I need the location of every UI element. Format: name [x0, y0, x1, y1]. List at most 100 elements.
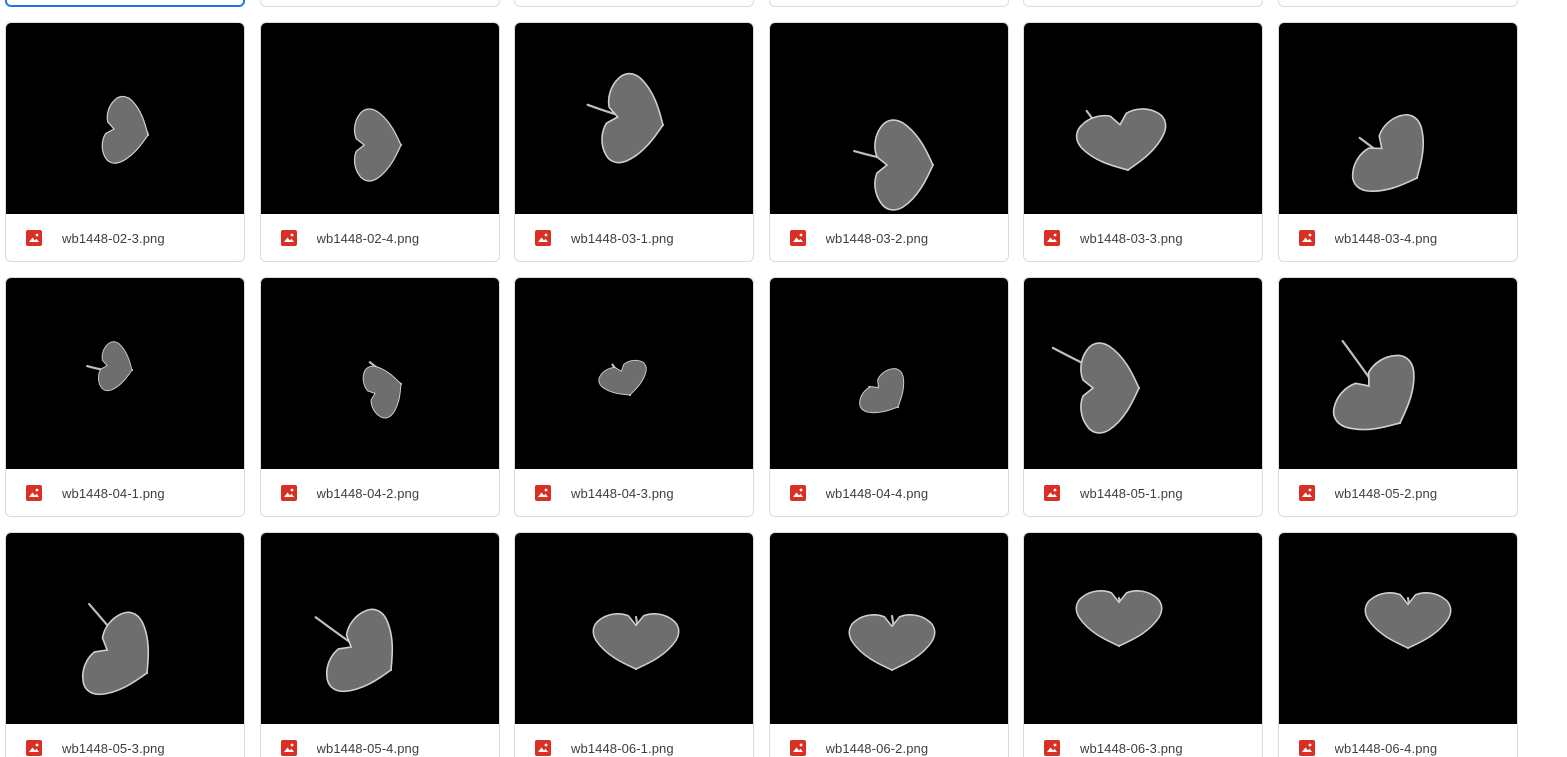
file-thumbnail[interactable]	[515, 533, 753, 724]
file-thumbnail[interactable]	[6, 533, 244, 724]
file-thumbnail[interactable]	[1278, 533, 1517, 724]
file-card[interactable]	[1023, 0, 1263, 7]
file-card[interactable]: wb1448-02-3.png	[5, 22, 245, 262]
leaf-blade	[81, 611, 150, 696]
file-card[interactable]: wb1448-05-2.png	[1277, 277, 1518, 517]
image-file-icon	[535, 485, 551, 501]
file-card[interactable]: wb1448-06-4.png	[1277, 532, 1518, 757]
leaf-blade	[98, 341, 133, 392]
file-thumbnail[interactable]	[1024, 278, 1262, 469]
file-card-footer: wb1448-04-4.png	[770, 469, 1008, 516]
image-file-icon	[1298, 740, 1315, 756]
file-card-footer: wb1448-05-3.png	[6, 724, 244, 757]
file-name: wb1448-05-3.png	[62, 740, 165, 756]
file-card[interactable]: wb1448-03-1.png	[514, 22, 754, 262]
ginkgo-leaf-thumbnail	[598, 359, 647, 397]
file-card[interactable]: wb1448-04-4.png	[768, 277, 1009, 517]
file-name: wb1448-04-1.png	[62, 485, 165, 501]
file-card[interactable]: wb1448-05-1.png	[1023, 277, 1263, 517]
file-browser-grid-view: wb1448-02-3.png wb1448-02-4.png wb1448-03-…	[0, 0, 1567, 757]
file-card[interactable]	[514, 0, 754, 7]
ginkgo-leaf-thumbnail	[86, 341, 134, 392]
file-card-footer: wb1448-06-4.png	[1279, 724, 1517, 757]
file-card-footer: wb1448-05-4.png	[261, 724, 499, 757]
file-card[interactable]: wb1448-06-1.png	[514, 532, 754, 757]
file-card-footer: wb1448-05-1.png	[1024, 469, 1262, 516]
image-file-icon	[280, 230, 297, 246]
leaf-blade	[362, 365, 402, 419]
file-thumbnail[interactable]	[515, 23, 753, 214]
file-card-footer	[261, 0, 499, 6]
file-thumbnail[interactable]	[769, 533, 1008, 724]
leaf-blade	[353, 108, 402, 182]
file-grid: wb1448-02-3.png wb1448-02-4.png wb1448-03-…	[5, 0, 1518, 757]
image-file-icon	[535, 740, 551, 756]
file-thumbnail[interactable]	[769, 23, 1008, 214]
file-card[interactable]: wb1448-03-3.png	[1023, 22, 1263, 262]
image-file-icon	[535, 230, 551, 246]
file-card-footer: wb1448-02-4.png	[261, 214, 499, 261]
file-thumbnail[interactable]	[1024, 533, 1262, 724]
ginkgo-leaf-thumbnail	[1332, 339, 1415, 431]
file-card[interactable]: wb1448-05-4.png	[259, 532, 500, 757]
ginkgo-leaf-thumbnail	[1075, 590, 1163, 648]
file-card-footer	[1279, 0, 1517, 6]
image-file-icon	[1298, 230, 1315, 246]
file-name: wb1448-06-1.png	[571, 740, 674, 756]
file-thumbnail[interactable]	[260, 533, 499, 724]
ginkgo-leaf-thumbnail	[1051, 342, 1141, 434]
file-card[interactable]: wb1448-06-3.png	[1023, 532, 1263, 757]
file-card[interactable]: wb1448-04-1.png	[5, 277, 245, 517]
image-file-icon	[789, 485, 806, 501]
file-card[interactable]	[1277, 0, 1518, 7]
file-card[interactable]	[5, 0, 245, 7]
image-file-icon	[26, 485, 42, 501]
file-name: wb1448-05-4.png	[316, 740, 420, 756]
file-thumbnail[interactable]	[1278, 278, 1517, 469]
image-file-icon	[1044, 230, 1060, 246]
file-thumbnail[interactable]	[1024, 23, 1262, 214]
file-thumbnail[interactable]	[260, 23, 499, 214]
file-card[interactable]: wb1448-03-2.png	[768, 22, 1009, 262]
file-card[interactable]: wb1448-06-2.png	[768, 532, 1009, 757]
leaf-blade	[101, 95, 149, 164]
leaf-blade	[1080, 342, 1140, 434]
file-card-footer	[6, 0, 244, 6]
image-file-icon	[26, 230, 42, 246]
image-file-icon	[1044, 740, 1060, 756]
ginkgo-leaf-thumbnail	[852, 119, 934, 211]
file-name: wb1448-04-3.png	[571, 485, 674, 501]
ginkgo-leaf-thumbnail	[1364, 592, 1451, 650]
file-thumbnail[interactable]	[515, 278, 753, 469]
file-name: wb1448-03-3.png	[1080, 230, 1183, 246]
file-card-footer: wb1448-06-2.png	[770, 724, 1008, 757]
leaf-blade	[1351, 113, 1424, 192]
file-name: wb1448-05-1.png	[1080, 485, 1183, 501]
ginkgo-leaf-thumbnail	[101, 95, 150, 164]
leaf-blade	[858, 368, 904, 414]
file-card[interactable]: wb1448-04-3.png	[514, 277, 754, 517]
leaf-blade	[325, 608, 393, 693]
file-card[interactable]: wb1448-03-4.png	[1277, 22, 1518, 262]
ginkgo-leaf-thumbnail	[1075, 108, 1167, 172]
leaf-blade	[1075, 108, 1167, 171]
file-thumbnail[interactable]	[6, 278, 244, 469]
file-thumbnail[interactable]	[260, 278, 499, 469]
file-thumbnail[interactable]	[769, 278, 1008, 469]
file-card-footer: wb1448-04-2.png	[261, 469, 499, 516]
leaf-blade	[598, 359, 647, 396]
file-card[interactable]	[259, 0, 500, 7]
file-name: wb1448-04-2.png	[316, 485, 420, 501]
file-card[interactable]: wb1448-04-2.png	[259, 277, 500, 517]
file-thumbnail[interactable]	[1278, 23, 1517, 214]
file-card[interactable]	[768, 0, 1009, 7]
ginkgo-leaf-thumbnail	[1351, 113, 1424, 192]
ginkgo-leaf-thumbnail	[362, 361, 402, 419]
image-file-icon	[789, 230, 806, 246]
file-card-footer: wb1448-06-1.png	[515, 724, 753, 757]
file-card[interactable]: wb1448-05-3.png	[5, 532, 245, 757]
file-card[interactable]: wb1448-02-4.png	[259, 22, 500, 262]
file-name: wb1448-04-4.png	[825, 485, 929, 501]
ginkgo-leaf-thumbnail	[353, 108, 402, 182]
file-thumbnail[interactable]	[6, 23, 244, 214]
